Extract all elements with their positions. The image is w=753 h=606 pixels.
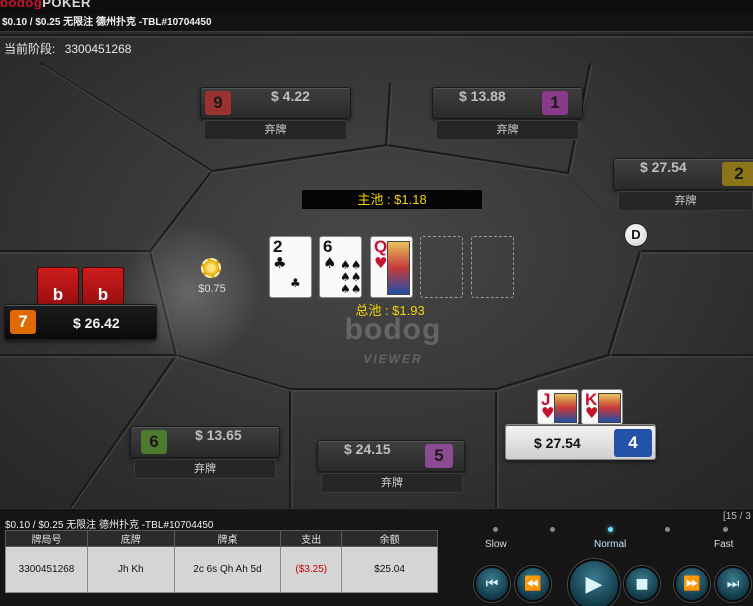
board-card-1: 2 ♣ ♣ [269,236,312,298]
active-seat-highlight [120,223,260,363]
seat-7-bet: $0.75 [198,283,226,295]
cell-paid: ($3.25) [280,546,343,593]
seat-number: 2 [722,162,753,186]
seat-5-status: 弃牌 [321,473,463,493]
cell-hand-id: 3300451268 [5,546,88,593]
hand-pager: [15 / 3 [723,511,751,522]
col-hole-cards: 底牌 [86,530,175,547]
stage-label: 当前阶段: [4,42,56,56]
hero-card-2: K ♥ [581,389,623,425]
seat-6[interactable]: 6 $ 13.65 [130,426,280,458]
board-slot-5 [471,236,514,298]
seat-1[interactable]: $ 13.88 1 [432,87,583,119]
seat-2[interactable]: $ 27.54 2 [613,158,753,190]
bodog-viewer-watermark: bodog [344,313,442,346]
seat-6-status: 弃牌 [134,459,276,479]
seat-5[interactable]: $ 24.15 5 [317,440,465,472]
col-board: 牌桌 [173,530,282,547]
seat-stack: $ 27.54 [640,159,687,175]
jack-face-art [554,393,577,423]
queen-face-art [387,241,410,295]
seat-stack: $ 13.65 [195,427,242,443]
hero-card-1: J ♥ [537,389,579,425]
heart-icon: ♥ [374,254,388,272]
last-hand-button[interactable]: ⏭ [715,566,751,602]
top-bar: bodogPOKER [0,0,753,14]
col-paid: 支出 [280,530,343,547]
seat-9[interactable]: 9 $ 4.22 [200,87,351,119]
first-hand-button[interactable]: ⏮ [474,566,510,602]
history-title: $0.10 / $0.25 无限注 德州扑克 -TBL#10704450 [5,520,214,531]
seat-stack: $ 13.88 [459,88,506,104]
seat-stack: $ 27.54 [534,435,581,451]
board-card-2: 6 ♠ ♠♠ ♠♠ ♠♠ [319,236,362,298]
speed-dot-1[interactable] [493,527,498,532]
cell-hole-cards: Jh Kh [86,546,175,593]
seat-number: 5 [425,444,453,468]
cell-board: 2c 6s Qh Ah 5d [173,546,282,593]
speed-dot-5[interactable] [723,527,728,532]
speed-normal-label[interactable]: Normal [594,539,626,550]
seat-1-status: 弃牌 [436,120,579,140]
hand-stage-line: 当前阶段: 3300451268 [4,40,131,57]
seat-9-status: 弃牌 [204,120,347,140]
col-balance: 余额 [341,530,438,547]
seat-stack: $ 26.42 [73,315,120,331]
col-hand-id: 牌局号 [5,530,88,547]
speed-dot-4[interactable] [665,527,670,532]
seat-7[interactable]: 7 $ 26.42 [4,304,157,340]
play-button[interactable]: ▶ [568,559,620,606]
seat-number: 7 [10,310,36,334]
main-pot: 主池 : $1.18 [301,189,483,210]
heart-icon: ♥ [585,404,599,422]
bodog-poker-logo: bodogPOKER [0,0,91,10]
window-title: $0.10 / $0.25 无限注 德州扑克 -TBL#10704450 [0,14,753,32]
seat-number: 9 [205,91,231,115]
card-pips: ♣ [290,276,301,290]
stop-button[interactable]: ■ [624,566,660,602]
king-face-art [598,393,621,423]
rewind-button[interactable]: ⏪ [515,566,551,602]
speed-dot-3[interactable] [608,527,613,532]
seat-2-status: 弃牌 [618,191,753,211]
card-pips: ♠♠ ♠♠ ♠♠ [340,258,362,296]
viewer-watermark-sub: VIEWER [363,352,423,366]
replay-window: bodogPOKER $0.10 / $0.25 无限注 德州扑克 -TBL#1… [0,0,753,606]
speed-dot-2[interactable] [550,527,555,532]
replay-control-panel: $0.10 / $0.25 无限注 德州扑克 -TBL#10704450 牌局号… [0,508,753,606]
seat-number: 1 [542,91,568,115]
fast-forward-button[interactable]: ⏩ [674,566,710,602]
bet-chip-icon [201,258,221,278]
seat-number: 6 [141,430,167,454]
seat-stack: $ 24.15 [344,441,391,457]
seat-4-hero[interactable]: $ 27.54 4 [505,424,656,460]
table-row[interactable]: 3300451268 Jh Kh 2c 6s Qh Ah 5d ($3.25) … [5,546,438,593]
board-card-3: Q ♥ [370,236,413,298]
hand-history-table: 牌局号 底牌 牌桌 支出 余额 3300451268 Jh Kh 2c 6s Q… [5,530,438,593]
board-slot-4 [420,236,463,298]
seat-number: 4 [614,429,652,457]
spade-icon: ♠ [323,254,337,272]
cell-balance: $25.04 [341,546,438,593]
seat-stack: $ 4.22 [271,88,310,104]
hand-id: 3300451268 [64,42,132,56]
speed-fast-label[interactable]: Fast [714,539,733,550]
speed-slow-label[interactable]: Slow [485,539,507,550]
heart-icon: ♥ [541,404,555,422]
dealer-button: D [624,223,648,247]
club-icon: ♣ [273,254,287,272]
